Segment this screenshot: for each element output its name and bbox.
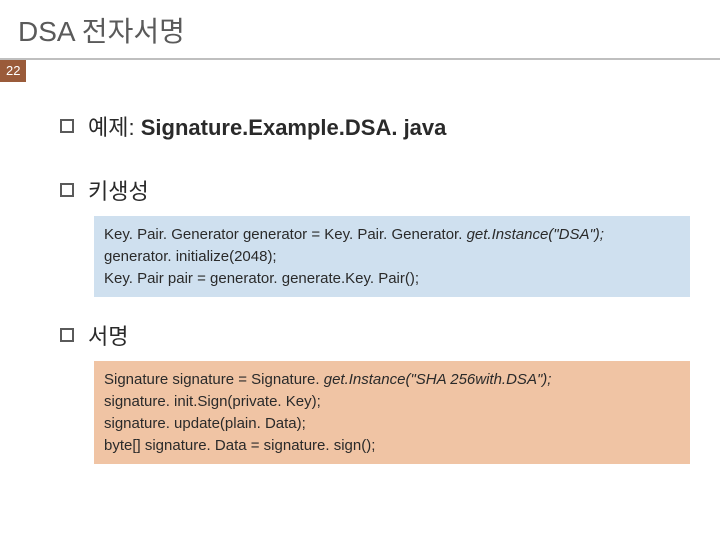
code2-line1a: Signature signature = Signature.: [104, 371, 324, 388]
page-number-badge: 22: [0, 60, 26, 82]
bullet-3: 서명: [60, 319, 690, 351]
bullet-1-bold: Signature.Example.DSA. java: [141, 115, 447, 140]
bullet-3-text: 서명: [88, 319, 128, 351]
bullet-1: 예제: Signature.Example.DSA. java: [60, 110, 690, 142]
bullet-1-text: 예제: Signature.Example.DSA. java: [88, 110, 446, 142]
code-block-sign: Signature signature = Signature. get.Ins…: [94, 361, 690, 464]
code2-line4: byte[] signature. Data = signature. sign…: [104, 437, 375, 454]
bullet-icon: [60, 183, 74, 197]
code2-line1b: get.Instance("SHA 256with.DSA");: [324, 371, 552, 388]
bullet-2-text: 키생성: [88, 174, 149, 206]
code-block-keygen: Key. Pair. Generator generator = Key. Pa…: [94, 216, 690, 297]
page-tag-row: 22: [0, 60, 720, 82]
code1-line1b: get.Instance("DSA");: [467, 226, 604, 243]
bullet-icon: [60, 328, 74, 342]
code2-line3: signature. update(plain. Data);: [104, 415, 306, 432]
code1-line2: generator. initialize(2048);: [104, 248, 277, 265]
slide-title: DSA 전자서명: [0, 10, 720, 56]
code1-line1a: Key. Pair. Generator generator = Key. Pa…: [104, 226, 467, 243]
bullet-1-prefix: 예제:: [88, 115, 141, 140]
bullet-icon: [60, 119, 74, 133]
code2-line2: signature. init.Sign(private. Key);: [104, 393, 321, 410]
slide: DSA 전자서명 22 예제: Signature.Example.DSA. j…: [0, 0, 720, 540]
bullet-2: 키생성: [60, 174, 690, 206]
content-area: 예제: Signature.Example.DSA. java 키생성 Key.…: [0, 82, 720, 464]
code1-line3: Key. Pair pair = generator. generate.Key…: [104, 270, 419, 287]
